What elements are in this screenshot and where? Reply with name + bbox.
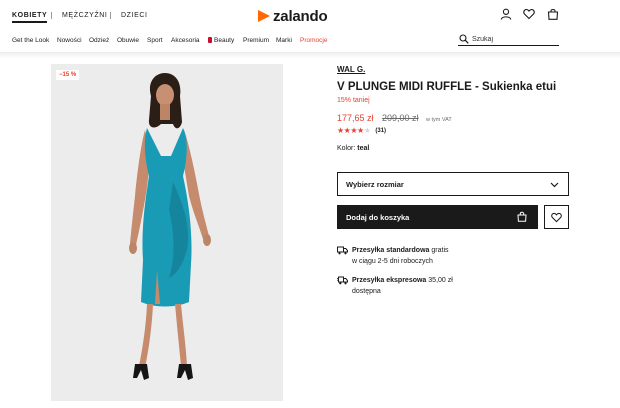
lipstick-icon bbox=[208, 37, 212, 43]
search-bar bbox=[458, 33, 559, 46]
model-in-dress-image bbox=[129, 73, 211, 380]
color-value: teal bbox=[357, 145, 370, 152]
nav-item-shoes[interactable]: Obuwie bbox=[117, 37, 139, 44]
chevron-down-icon bbox=[550, 182, 559, 188]
shipping-express-text: Przesyłka ekspresowa 35,00 zł dostępna bbox=[352, 275, 453, 297]
shipping-express: Przesyłka ekspresowa 35,00 zł dostępna bbox=[337, 275, 569, 299]
divider bbox=[51, 12, 52, 19]
rating[interactable]: ★★★★★ (31) bbox=[337, 126, 386, 135]
nav-item-promotions[interactable]: Promocje bbox=[300, 37, 327, 44]
price-row: 177,65 zł 209,00 zł w tym VAT bbox=[337, 108, 452, 126]
discount-badge: −15 % bbox=[56, 70, 80, 80]
wishlist-button[interactable] bbox=[544, 205, 569, 229]
shipping-standard-detail: w ciągu 2-5 dni roboczych bbox=[352, 258, 433, 265]
review-count[interactable]: (31) bbox=[375, 128, 386, 134]
heart-icon[interactable] bbox=[523, 8, 535, 20]
shipping-express-detail: dostępna bbox=[352, 288, 381, 295]
nav-item-beauty[interactable]: Beauty bbox=[208, 37, 234, 44]
gender-tab-men[interactable]: MĘŻCZYŹNI bbox=[62, 12, 107, 19]
size-select-label: Wybierz rozmiar bbox=[346, 179, 404, 189]
nav-item-clothing[interactable]: Odzież bbox=[89, 37, 109, 44]
gender-tab-women[interactable]: KOBIETY bbox=[12, 12, 48, 23]
discount-text: 15% taniej bbox=[337, 97, 370, 104]
heart-icon bbox=[551, 212, 562, 222]
shipping-standard-title: Przesyłka standardowa bbox=[352, 247, 430, 254]
shipping-standard: Przesyłka standardowa gratis w ciągu 2-5… bbox=[337, 245, 569, 269]
top-bar: KOBIETY MĘŻCZYŹNI DZIECI zalando bbox=[0, 0, 620, 30]
brand-link[interactable]: WAL G. bbox=[337, 65, 365, 74]
nav-item-get-the-look[interactable]: Get the Look bbox=[12, 37, 49, 44]
color-label: Kolor: bbox=[337, 145, 356, 152]
fast-truck-icon bbox=[337, 276, 348, 285]
size-select[interactable]: Wybierz rozmiar bbox=[337, 172, 569, 196]
shipping-standard-text: Przesyłka standardowa gratis w ciągu 2-5… bbox=[352, 245, 449, 267]
original-price: 209,00 zł bbox=[381, 113, 419, 123]
nav-item-premium[interactable]: Premium bbox=[243, 37, 269, 44]
zalando-logo[interactable]: zalando bbox=[258, 7, 328, 25]
add-to-cart-label: Dodaj do koszyka bbox=[346, 212, 410, 222]
search-input[interactable] bbox=[472, 33, 558, 45]
user-icon[interactable] bbox=[500, 8, 512, 20]
product-title: V PLUNGE MIDI RUFFLE - Sukienka etui bbox=[337, 81, 557, 93]
shipping-standard-price: gratis bbox=[431, 247, 449, 254]
vat-note: w tym VAT bbox=[425, 117, 452, 123]
nav-item-sport[interactable]: Sport bbox=[147, 37, 163, 44]
nav-item-new[interactable]: Nowości bbox=[57, 37, 82, 44]
shipping-express-price: 35,00 zł bbox=[428, 277, 453, 284]
star-rating-icon: ★★★★★ bbox=[337, 126, 371, 135]
bag-icon bbox=[517, 211, 527, 222]
truck-icon bbox=[337, 246, 348, 255]
logo-mark-icon bbox=[258, 10, 270, 22]
gender-tab-kids[interactable]: DZIECI bbox=[121, 12, 148, 19]
nav-item-accessories[interactable]: Akcesoria bbox=[171, 37, 200, 44]
shipping-express-title: Przesyłka ekspresowa bbox=[352, 277, 427, 284]
divider bbox=[110, 12, 111, 19]
logo-text: zalando bbox=[273, 7, 328, 25]
color-info: Kolor: teal bbox=[337, 145, 369, 152]
search-icon[interactable] bbox=[459, 34, 469, 44]
bag-icon[interactable] bbox=[547, 8, 559, 20]
nav-item-beauty-label: Beauty bbox=[214, 37, 235, 44]
current-price: 177,65 zł bbox=[337, 113, 374, 123]
product-image[interactable]: −15 % bbox=[51, 64, 283, 401]
nav-divider bbox=[0, 52, 620, 58]
nav-item-brands[interactable]: Marki bbox=[276, 37, 292, 44]
add-to-cart-button[interactable]: Dodaj do koszyka bbox=[337, 205, 538, 229]
